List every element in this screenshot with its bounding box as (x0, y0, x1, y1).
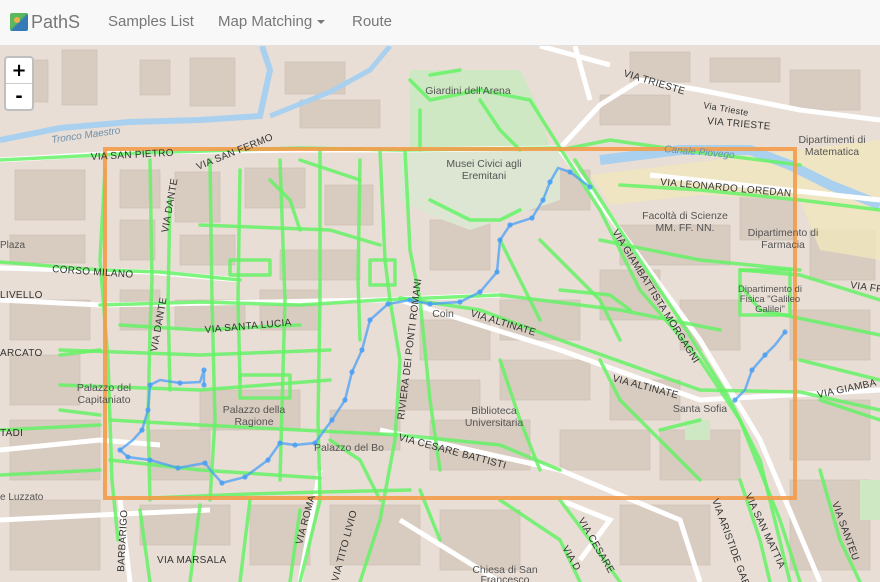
label-palazzo-bo: Palazzo del Bo (314, 442, 384, 454)
label-tadi: TADI (0, 428, 23, 439)
brand[interactable]: PathS (10, 11, 80, 33)
caret-down-icon (317, 20, 326, 25)
navbar: PathS Samples List Map Matching Route (0, 0, 880, 46)
zoom-out-button[interactable]: - (6, 84, 32, 109)
label-dip-mat-2: Matematica (805, 146, 859, 158)
zoom-in-button[interactable]: + (6, 58, 32, 84)
brand-name: PathS (31, 11, 81, 32)
label-dip-fis-3: Galilei" (755, 304, 785, 315)
label-palazzo-rag-1: Palazzo della (223, 404, 286, 416)
map-canvas[interactable]: VIA TRIESTE Via Trieste VIA TRIESTE VIA … (0, 46, 880, 582)
label-musei-1: Musei Civici agli (446, 158, 521, 170)
label-santa-sofia: Santa Sofia (673, 403, 727, 415)
label-via-marsala: VIA MARSALA (157, 555, 226, 566)
label-dip-mat-1: Dipartimenti di (798, 134, 865, 146)
label-palazzo-rag-2: Ragione (234, 416, 273, 428)
label-biblioteca-2: Universitaria (465, 417, 524, 429)
label-chiesa-2: Francesco (480, 574, 529, 582)
label-plaza: Plaza (0, 240, 25, 251)
label-musei-2: Eremitani (462, 170, 506, 182)
nav-map-matching-label: Map Matching (218, 13, 313, 30)
label-luzzato: e Luzzato (0, 492, 44, 503)
zoom-control: + - (4, 56, 34, 111)
label-facolta-1: Facoltà di Scienze (642, 210, 728, 222)
label-livello: LIVELLO (0, 290, 43, 301)
label-coin: Coin (432, 308, 454, 320)
paths-logo-icon (10, 13, 28, 31)
label-palazzo-cap-1: Palazzo del (77, 382, 131, 394)
nav-map-matching[interactable]: Map Matching (218, 13, 326, 30)
map[interactable]: VIA TRIESTE Via Trieste VIA TRIESTE VIA … (0, 46, 880, 582)
label-giardini: Giardini dell'Arena (425, 85, 511, 97)
nav-samples-list[interactable]: Samples List (108, 13, 194, 30)
label-arcato: ARCATO (0, 348, 43, 359)
label-biblioteca-1: Biblioteca (471, 405, 517, 417)
label-palazzo-cap-2: Capitaniato (77, 394, 130, 406)
label-facolta-2: MM. FF. NN. (656, 222, 715, 234)
label-dip-farm-2: Farmacia (761, 239, 805, 251)
nav-route[interactable]: Route (352, 13, 392, 30)
label-dip-farm-1: Dipartimento di (748, 227, 819, 239)
